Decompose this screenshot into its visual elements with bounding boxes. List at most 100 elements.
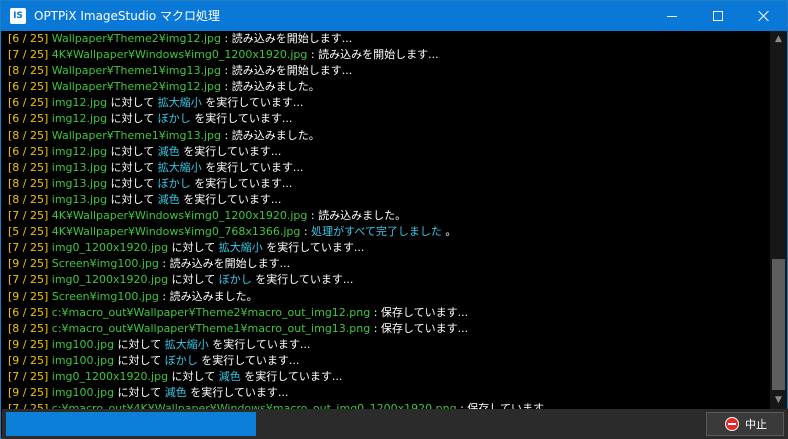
log-index: [6 / 25] <box>8 305 49 319</box>
log-message: を実行しています... <box>240 369 343 383</box>
close-button[interactable] <box>741 1 787 31</box>
log-message: に対して <box>107 144 158 158</box>
log-message: を実行しています... <box>262 241 365 255</box>
log-filename: Screen¥img100.jpg <box>48 289 159 303</box>
log-line: [8 / 25] img13.jpg に対して 減色 を実行しています... <box>2 192 770 208</box>
log-filename: Wallpaper¥Theme1¥img13.jpg <box>48 128 222 142</box>
log-filename: img0_1200x1920.jpg <box>48 273 169 287</box>
log-message: に対して <box>114 353 165 367</box>
log-filename: 4K¥Wallpaper¥Windows¥img0_1200x1920.jpg <box>48 48 308 62</box>
log-index: [9 / 25] <box>8 386 49 400</box>
log-message: に対して <box>107 160 158 174</box>
log-index: [7 / 25] <box>8 273 49 287</box>
log-filename: img13.jpg <box>48 192 108 206</box>
log-filename: 4K¥Wallpaper¥Windows¥img0_768x1366.jpg <box>48 225 301 239</box>
log-filename: c:¥macro_out¥Wallpaper¥Theme1¥macro_out_… <box>48 321 371 335</box>
progress-bar <box>6 412 256 436</box>
log-line: [8 / 25] img13.jpg に対して 拡大縮小 を実行しています... <box>2 160 770 176</box>
log-line: [9 / 25] Screen¥img100.jpg : 読み込みを開始します.… <box>2 256 770 272</box>
stop-button[interactable]: 中止 <box>706 412 784 436</box>
log-operation: 拡大縮小 <box>164 337 209 351</box>
log-line: [7 / 25] 4K¥Wallpaper¥Windows¥img0_1200x… <box>2 208 770 224</box>
log-message: を実行しています... <box>179 192 282 206</box>
log-index: [7 / 25] <box>8 402 49 409</box>
log-message: を実行しています... <box>251 273 354 287</box>
log-filename: img12.jpg <box>48 112 108 126</box>
log-index: [8 / 25] <box>8 160 49 174</box>
log-message: : 読み込みを開始します... <box>307 48 439 62</box>
log-index: [8 / 25] <box>8 176 49 190</box>
log-line: [6 / 25] Wallpaper¥Theme2¥img12.jpg : 読み… <box>2 79 770 95</box>
log-line: [9 / 25] img100.jpg に対して 拡大縮小 を実行しています..… <box>2 337 770 353</box>
maximize-icon <box>713 11 723 21</box>
progress-fill <box>6 412 256 436</box>
log-index: [9 / 25] <box>8 257 49 271</box>
log-message: : 保存しています... <box>456 402 555 409</box>
log-index: [6 / 25] <box>8 32 49 45</box>
maximize-button[interactable] <box>695 1 741 31</box>
log-filename: img0_1200x1920.jpg <box>48 369 169 383</box>
log-index: [9 / 25] <box>8 289 49 303</box>
log-filename: c:¥macro_out¥Wallpaper¥Theme2¥macro_out_… <box>48 305 371 319</box>
log-line: [5 / 25] 4K¥Wallpaper¥Windows¥img0_768x1… <box>2 224 770 240</box>
log-line: [7 / 25] img0_1200x1920.jpg に対して 減色 を実行し… <box>2 369 770 385</box>
log-operation: 拡大縮小 <box>157 160 202 174</box>
scroll-down-arrow-icon[interactable]: ▼ <box>770 392 787 409</box>
log-message: に対して <box>168 369 219 383</box>
log-line: [9 / 25] img100.jpg に対して 減色 を実行しています... <box>2 385 770 401</box>
log-message: を実行しています... <box>201 160 304 174</box>
log-operation: 処理がすべて完了しました <box>311 225 442 239</box>
log-filename: img100.jpg <box>48 353 115 367</box>
log-message: に対して <box>114 337 165 351</box>
scrollbar-thumb[interactable] <box>772 259 785 390</box>
log-message: を実行しています... <box>197 353 300 367</box>
log-operation: 減色 <box>164 386 187 400</box>
log-index: [5 / 25] <box>8 225 49 239</box>
log-message: に対して <box>107 192 158 206</box>
log-message: を実行しています... <box>208 337 311 351</box>
log-filename: 4K¥Wallpaper¥Windows¥img0_1200x1920.jpg <box>48 209 308 223</box>
log-message: : 読み込みました。 <box>158 289 258 303</box>
log-message: に対して <box>107 112 158 126</box>
log-operation: 拡大縮小 <box>218 241 263 255</box>
minimize-button[interactable] <box>649 1 695 31</box>
log-line: [8 / 25] Wallpaper¥Theme1¥img13.jpg : 読み… <box>2 63 770 79</box>
log-line: [6 / 25] img12.jpg に対して 減色 を実行しています... <box>2 144 770 160</box>
log-output[interactable]: [6 / 25] Wallpaper¥Theme2¥img12.jpg : 読み… <box>2 31 770 409</box>
log-filename: img13.jpg <box>48 176 108 190</box>
log-index: [7 / 25] <box>8 209 49 223</box>
scroll-up-arrow-icon[interactable]: ▲ <box>770 31 787 48</box>
log-filename: Screen¥img100.jpg <box>48 257 159 271</box>
log-message: を実行しています... <box>190 176 293 190</box>
log-line: [7 / 25] img0_1200x1920.jpg に対して ぼかし を実行… <box>2 272 770 288</box>
log-line: [8 / 25] c:¥macro_out¥Wallpaper¥Theme1¥m… <box>2 321 770 337</box>
log-message: に対して <box>168 273 219 287</box>
log-index: [9 / 25] <box>8 353 49 367</box>
log-line: [6 / 25] c:¥macro_out¥Wallpaper¥Theme2¥m… <box>2 305 770 321</box>
log-filename: img12.jpg <box>48 144 108 158</box>
title-bar[interactable]: IS OPTPiX ImageStudio マクロ処理 <box>1 1 787 31</box>
log-operation: 減色 <box>157 192 180 206</box>
log-index: [6 / 25] <box>8 80 49 94</box>
log-message: に対して <box>168 241 219 255</box>
log-operation: 減色 <box>218 369 241 383</box>
log-message: に対して <box>107 96 158 110</box>
log-line: [7 / 25] img0_1200x1920.jpg に対して 拡大縮小 を実… <box>2 240 770 256</box>
log-line: [6 / 25] img12.jpg に対して ぼかし を実行しています... <box>2 111 770 127</box>
log-message: を実行しています... <box>190 112 293 126</box>
window-title: OPTPiX ImageStudio マクロ処理 <box>34 9 220 23</box>
log-filename: img100.jpg <box>48 386 115 400</box>
log-message: : 読み込みを開始します... <box>221 64 353 78</box>
log-operation: 減色 <box>157 144 180 158</box>
log-filename: img12.jpg <box>48 96 108 110</box>
log-message: : 読み込みました。 <box>221 80 320 94</box>
log-index: [7 / 25] <box>8 241 49 255</box>
log-operation: ぼかし <box>157 176 191 190</box>
log-index: [8 / 25] <box>8 192 49 206</box>
log-message: を実行しています... <box>179 144 282 158</box>
log-line: [9 / 25] img100.jpg に対して ぼかし を実行しています... <box>2 353 770 369</box>
stop-icon <box>725 417 739 431</box>
log-message: に対して <box>107 176 158 190</box>
vertical-scrollbar[interactable]: ▲ ▼ <box>770 31 787 409</box>
log-index: [6 / 25] <box>8 144 49 158</box>
